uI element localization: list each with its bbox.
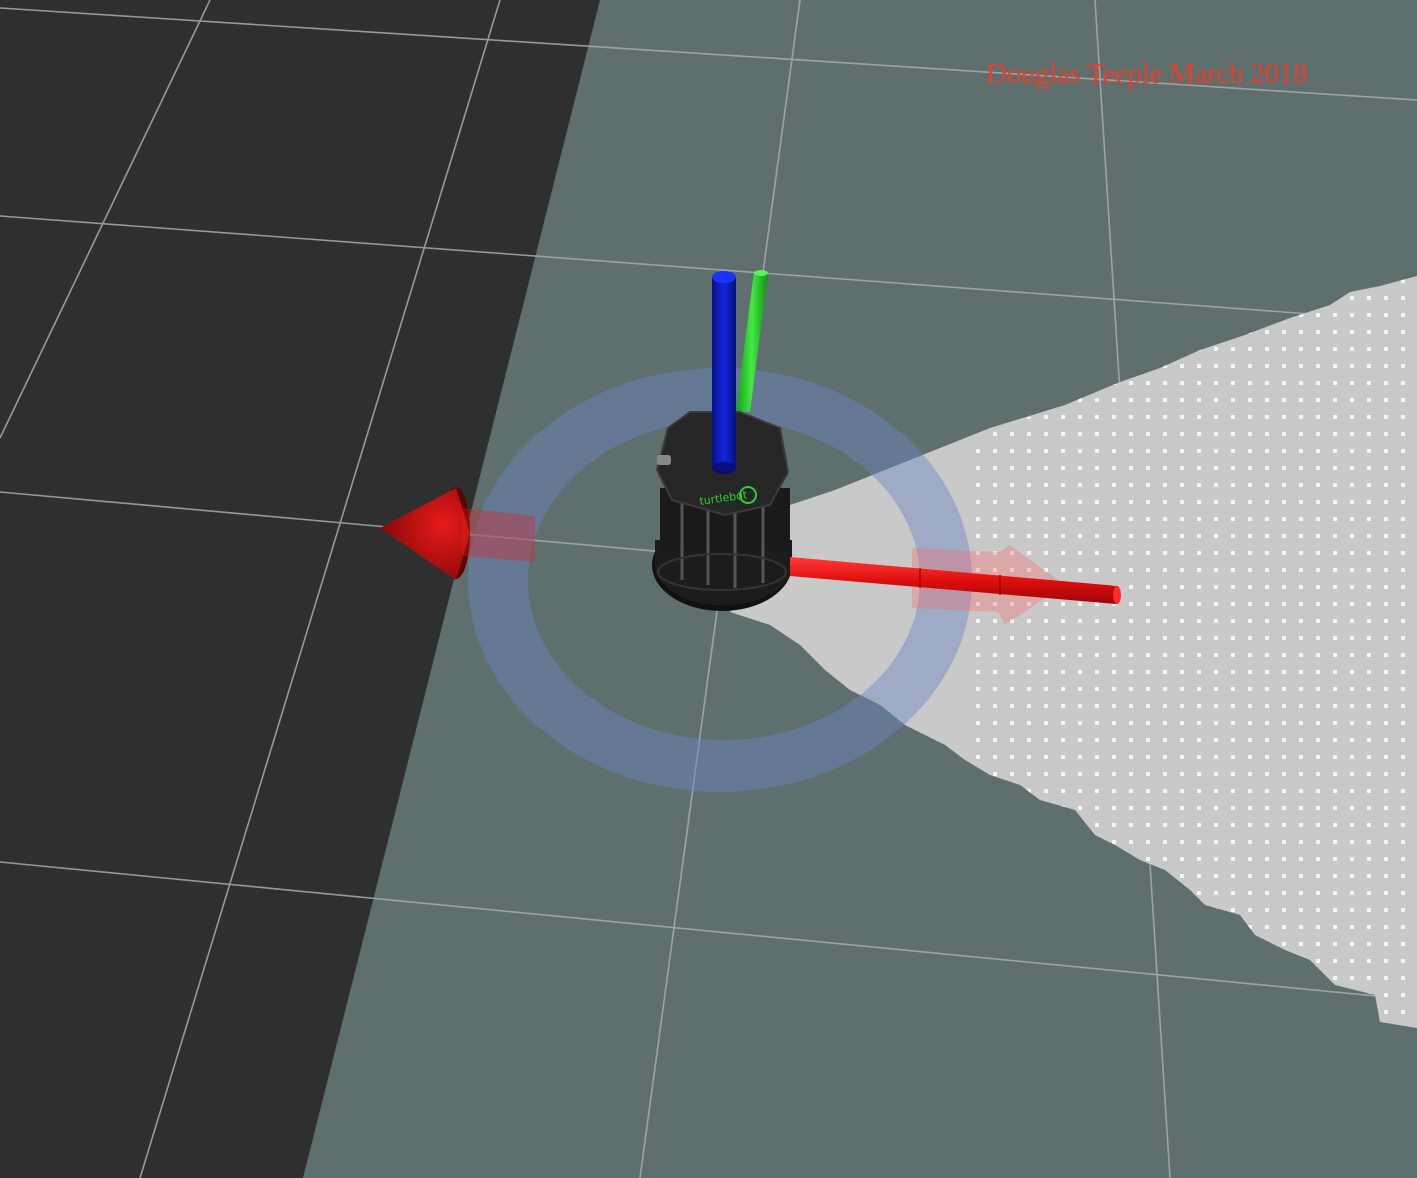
axis-z-icon <box>712 271 736 474</box>
3d-render-viewport[interactable]: turtlebot Douglas Teeple March 2018 <box>0 0 1417 1178</box>
3d-scene[interactable]: turtlebot <box>0 0 1417 1178</box>
watermark-text: Douglas Teeple March 2018 <box>986 58 1307 90</box>
